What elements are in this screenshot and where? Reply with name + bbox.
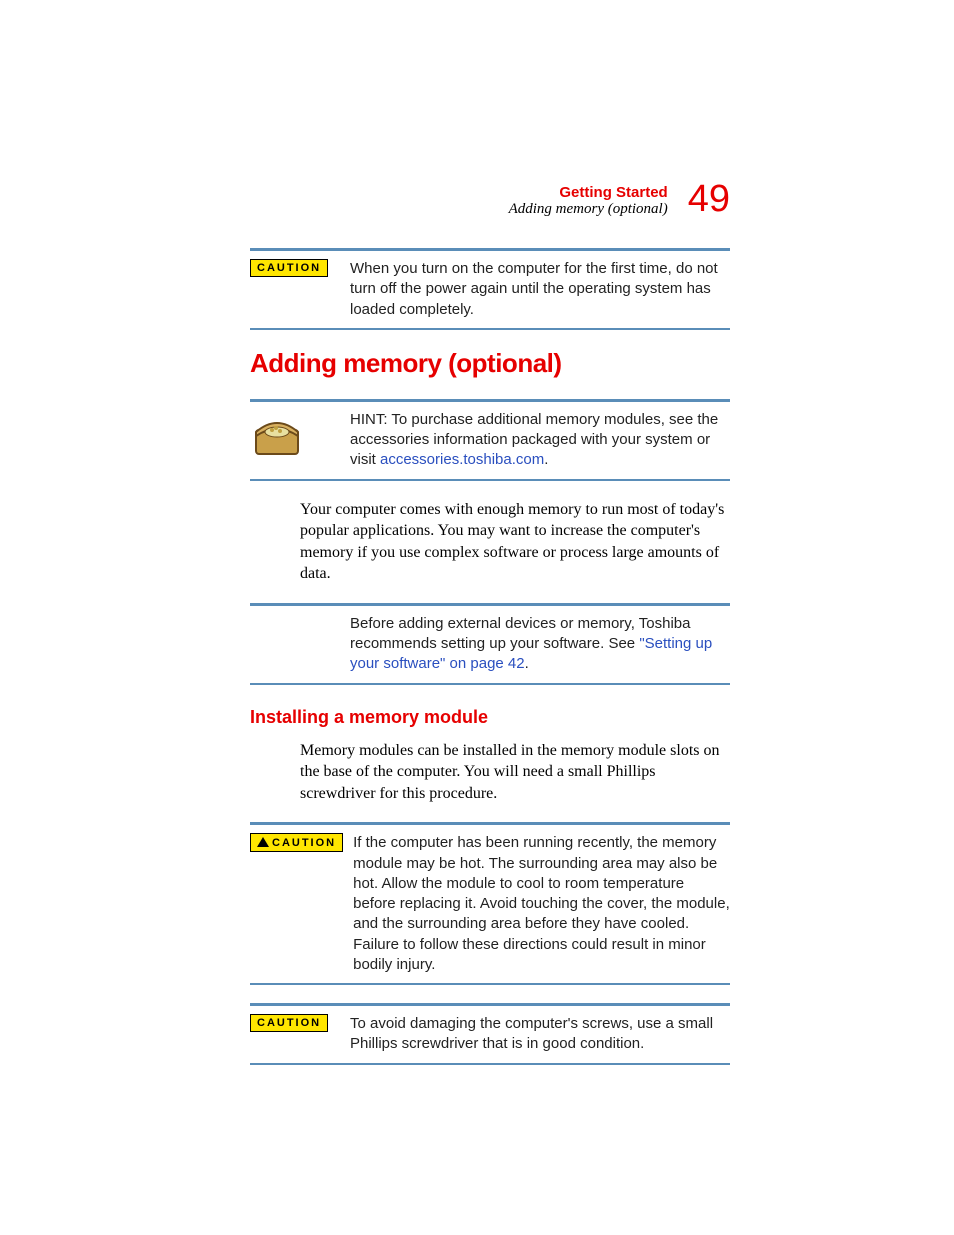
- caution-callout-3: CAUTION To avoid damaging the computer's…: [250, 1003, 730, 1065]
- chapter-title: Getting Started: [509, 184, 668, 201]
- caution-label-3: CAUTION: [250, 1014, 340, 1032]
- caution-callout-2: CAUTION If the computer has been running…: [250, 822, 730, 985]
- caution-text-2: If the computer has been running recentl…: [353, 833, 730, 975]
- section-title: Adding memory (optional): [509, 201, 668, 218]
- caution-text: When you turn on the computer for the fi…: [350, 259, 730, 320]
- hint-callout: HINT: To purchase additional memory modu…: [250, 399, 730, 481]
- page-number: 49: [688, 180, 730, 218]
- treasure-chest-icon: [250, 410, 306, 460]
- caution-text-3: To avoid damaging the computer's screws,…: [350, 1014, 730, 1055]
- heading-2: Installing a memory module: [250, 707, 730, 728]
- header-text: Getting Started Adding memory (optional): [509, 184, 668, 218]
- warning-triangle-icon: [257, 837, 269, 847]
- caution-label: CAUTION: [250, 259, 340, 277]
- note-suffix: .: [525, 655, 529, 672]
- page-header: Getting Started Adding memory (optional)…: [250, 180, 730, 218]
- hint-text: HINT: To purchase additional memory modu…: [350, 410, 730, 471]
- body-paragraph-2: Memory modules can be installed in the m…: [300, 740, 730, 805]
- caution-callout-1: CAUTION When you turn on the computer fo…: [250, 248, 730, 330]
- page-content: Getting Started Adding memory (optional)…: [250, 180, 730, 1083]
- note-callout: Before adding external devices or memory…: [250, 603, 730, 685]
- hint-suffix: .: [544, 451, 548, 468]
- caution-badge-warn: CAUTION: [250, 833, 343, 852]
- hint-icon-col: [250, 410, 340, 465]
- caution-badge-3: CAUTION: [250, 1014, 328, 1032]
- caution-label-text-2: CAUTION: [272, 837, 336, 849]
- caution-badge: CAUTION: [250, 259, 328, 277]
- caution-label-2: CAUTION: [250, 833, 343, 852]
- body-paragraph-1: Your computer comes with enough memory t…: [300, 499, 730, 585]
- hint-link[interactable]: accessories.toshiba.com: [380, 451, 544, 468]
- heading-1: Adding memory (optional): [250, 348, 730, 379]
- note-text: Before adding external devices or memory…: [350, 614, 730, 675]
